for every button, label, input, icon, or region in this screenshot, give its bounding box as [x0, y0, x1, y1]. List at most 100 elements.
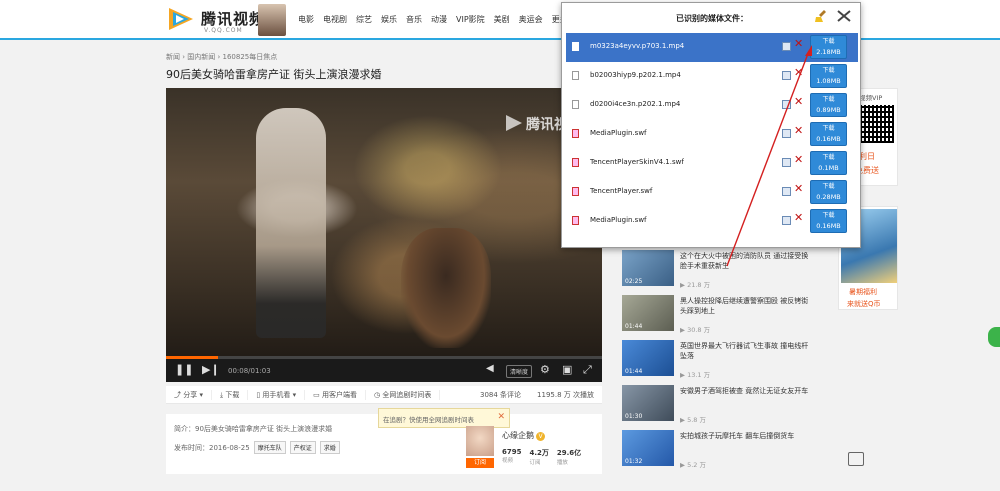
video-person [256, 108, 326, 338]
list-item[interactable]: 01:44 黑人操控投降后继续遭警察围殴 被反铐街头踩到地上 ▶ 30.8 万 [622, 293, 818, 337]
close-icon[interactable]: ✕ [497, 412, 505, 422]
comment-count[interactable]: 3084 条评论 [472, 390, 529, 400]
delete-icon[interactable]: ✕ [794, 211, 803, 225]
media-file-list: m0323a4eyvv.p703.1.mp4 ✕ 下载 2.18MB b02003hiy… [566, 33, 858, 236]
settings-gear-icon[interactable]: ⚙ [540, 363, 550, 376]
tag-motorcycle[interactable]: 摩托车队 [253, 441, 286, 454]
clock-icon: ◷ [374, 390, 381, 399]
copy-icon[interactable] [782, 100, 791, 109]
video-thumbnail[interactable]: 01:32 [622, 430, 674, 466]
time-display: 00:08/01:03 [228, 367, 271, 375]
list-item[interactable]: 01:44 英国世界最大飞行器试飞生事故 撞电线杆坠落 ▶ 13.1 万 [622, 338, 818, 382]
delete-icon[interactable]: ✕ [794, 37, 803, 51]
media-file-row[interactable]: TencentPlayer.swf ✕ 下载 0.28MB [566, 178, 858, 207]
pause-icon[interactable]: ❚❚ [175, 363, 193, 376]
download-button[interactable]: 下载 0.16MB [810, 122, 847, 146]
list-item[interactable]: 02:25 这个在大火中被困的消防队员 通过接受换脸手术重获新生 ▶ 21.8 … [622, 248, 818, 292]
related-title[interactable]: 实拍城孩子玩摩托车 翻车后撞倒货车 [680, 431, 812, 441]
download-button[interactable]: 下载 0.89MB [810, 93, 847, 117]
logo-text[interactable]: 腾讯视频 [201, 8, 265, 29]
copy-icon[interactable] [782, 71, 791, 80]
copy-icon[interactable] [782, 187, 791, 196]
next-icon[interactable]: ▶❙ [202, 363, 220, 376]
list-item[interactable]: 01:30 安徽男子酒驾拒被查 竟然让无证女友开车 ▶ 5.8 万 [622, 383, 818, 427]
tip-text: 在追剧？快使用全网追剧时间表 [383, 416, 474, 424]
tag-proposal[interactable]: 求婚 [319, 441, 340, 454]
media-file-row[interactable]: TencentPlayerSkinV4.1.swf ✕ 下载 0.1MB [566, 149, 858, 178]
channel-name[interactable]: 心缘企鹅 V [502, 430, 545, 441]
related-title[interactable]: 黑人操控投降后继续遭警察围殴 被反铐街头踩到地上 [680, 296, 812, 316]
chat-icon[interactable] [848, 452, 864, 466]
volume-icon[interactable]: ◀ [486, 363, 494, 374]
copy-icon[interactable] [782, 42, 791, 51]
download-button[interactable]: 下载 0.16MB [810, 209, 847, 233]
phone-watch-button[interactable]: ▯ 用手机看 ▾ [248, 389, 306, 400]
download-button[interactable]: 下载 2.18MB [810, 35, 847, 59]
related-title[interactable]: 安徽男子酒驾拒被查 竟然让无证女友开车 [680, 386, 812, 396]
nav-item-variety[interactable]: 综艺 [356, 14, 372, 25]
video-frame[interactable]: 腾讯视 [166, 88, 602, 356]
copy-icon[interactable] [782, 216, 791, 225]
file-name: b02003hiyp9.p202.1.mp4 [590, 71, 681, 79]
verified-badge-icon: V [536, 432, 545, 441]
delete-icon[interactable]: ✕ [794, 153, 803, 167]
publish-info: 发布时间： 2016-08-25 摩托车队 产权证 求婚 [174, 441, 340, 454]
tools-icon[interactable] [836, 9, 852, 23]
video-thumbnail[interactable]: 01:30 [622, 385, 674, 421]
delete-icon[interactable]: ✕ [794, 124, 803, 138]
media-file-row[interactable]: m0323a4eyvv.p703.1.mp4 ✕ 下载 2.18MB [566, 33, 858, 62]
channel-stats: 6795 视频 4.2万 订阅 29.6亿 播放 [502, 448, 581, 466]
nav-item-tv[interactable]: 电视剧 [323, 14, 347, 25]
video-player[interactable]: 腾讯视 ❚❚ ▶❙ 00:08/01:03 ◀ 清晰度 ⚙ ▣ ⤢ [166, 88, 602, 382]
share-icon: ⤴ [174, 390, 181, 399]
tencent-video-logo-icon[interactable] [166, 6, 196, 32]
broom-icon[interactable] [814, 9, 830, 23]
list-item[interactable]: 01:32 实拍城孩子玩摩托车 翻车后撞倒货车 ▶ 5.2 万 [622, 428, 818, 472]
side-float-button[interactable] [988, 327, 1000, 347]
video-thumbnail[interactable]: 01:44 [622, 340, 674, 376]
share-button[interactable]: ⤴ 分享 ▾ [166, 389, 212, 400]
file-name: TencentPlayer.swf [590, 187, 653, 195]
subscribe-button[interactable]: 订阅 [466, 458, 494, 468]
delete-icon[interactable]: ✕ [794, 66, 803, 80]
copy-icon[interactable] [782, 129, 791, 138]
media-file-row[interactable]: MediaPlugin.swf ✕ 下载 0.16MB [566, 207, 858, 236]
video-thumbnail[interactable]: 01:44 [622, 295, 674, 331]
client-watch-button[interactable]: ▭ 用客户端看 [305, 389, 367, 400]
phone-icon: ▯ [256, 390, 261, 399]
nav-item-anime[interactable]: 动漫 [431, 14, 447, 25]
nav-item-entertainment[interactable]: 娱乐 [381, 14, 397, 25]
promo-line-1: 暑期福利 [849, 288, 877, 296]
related-title[interactable]: 英国世界最大飞行器试飞生事故 撞电线杆坠落 [680, 341, 812, 361]
related-title[interactable]: 这个在大火中被困的消防队员 通过接受换脸手术重获新生 [680, 251, 812, 271]
video-thumbnail[interactable]: 02:25 [622, 250, 674, 286]
nav-item-olympics[interactable]: 奥运会 [519, 14, 543, 25]
fullscreen-icon[interactable]: ⤢ [583, 363, 592, 377]
download-button[interactable]: 下载 0.1MB [810, 151, 847, 175]
nav-item-movie[interactable]: 电影 [298, 14, 314, 25]
vip-line-1: 利日 [859, 152, 875, 161]
window-icon[interactable]: ▣ [562, 363, 572, 376]
media-file-row[interactable]: b02003hiyp9.p202.1.mp4 ✕ 下载 1.08MB [566, 62, 858, 91]
delete-icon[interactable]: ✕ [794, 95, 803, 109]
media-file-row[interactable]: d0200i4ce3n.p202.1.mp4 ✕ 下载 0.89MB [566, 91, 858, 120]
file-icon [572, 71, 579, 80]
nav-item-vip[interactable]: VIP影院 [456, 14, 485, 25]
nav-item-us-drama[interactable]: 美剧 [494, 14, 510, 25]
copy-icon[interactable] [782, 158, 791, 167]
breadcrumb[interactable]: 新闻 › 国内新闻 › 160825每日焦点 [166, 52, 277, 62]
page-title: 90后美女骑哈雷拿房产证 街头上演浪漫求婚 [166, 68, 382, 81]
logo-subtext: V.QQ.COM [204, 27, 243, 34]
nav-item-music[interactable]: 音乐 [406, 14, 422, 25]
follow-schedule-button[interactable]: ◷ 全网追剧时间表 [366, 389, 441, 400]
delete-icon[interactable]: ✕ [794, 182, 803, 196]
media-file-row[interactable]: MediaPlugin.swf ✕ 下载 0.16MB [566, 120, 858, 149]
watermark-logo-icon [506, 115, 522, 131]
clarity-button[interactable]: 清晰度 [506, 365, 533, 378]
download-button[interactable]: ⤓ 下载 [212, 389, 249, 400]
promo-avatar[interactable] [258, 4, 286, 36]
download-button[interactable]: 下载 0.28MB [810, 180, 847, 204]
download-button[interactable]: 下载 1.08MB [810, 64, 847, 88]
tag-property[interactable]: 产权证 [289, 441, 316, 454]
channel-avatar[interactable] [466, 426, 494, 456]
